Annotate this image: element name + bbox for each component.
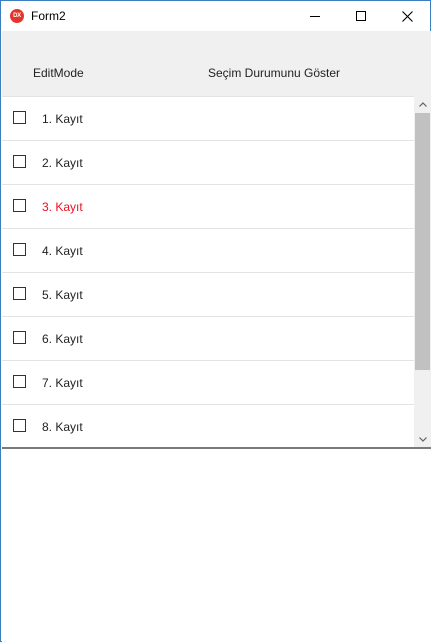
list-item[interactable]: 7. Kayıt — [2, 361, 414, 405]
chevron-up-icon — [418, 101, 427, 107]
title-bar[interactable]: DX Form2 — [1, 1, 430, 31]
record-list: 1. Kayıt 2. Kayıt 3. Kayıt 4. Kayıt 5. K… — [2, 97, 414, 447]
vertical-scrollbar[interactable] — [414, 96, 431, 447]
app-window: DX Form2 EditMode Seçim Durumunu Göster … — [0, 0, 431, 642]
row-checkbox[interactable] — [13, 287, 26, 300]
row-checkbox[interactable] — [13, 375, 26, 388]
column-header-selection-state[interactable]: Seçim Durumunu Göster — [208, 66, 340, 80]
row-checkbox[interactable] — [13, 155, 26, 168]
row-label: 8. Kayıt — [42, 420, 83, 434]
list-item[interactable]: 3. Kayıt — [2, 185, 414, 229]
grid-header: EditMode Seçim Durumunu Göster — [2, 31, 431, 96]
row-label: 1. Kayıt — [42, 112, 83, 126]
row-checkbox[interactable] — [13, 111, 26, 124]
column-header-editmode[interactable]: EditMode — [33, 66, 84, 80]
row-label: 2. Kayıt — [42, 156, 83, 170]
maximize-button[interactable] — [338, 1, 384, 31]
lower-panel — [2, 449, 431, 642]
list-item[interactable]: 2. Kayıt — [2, 141, 414, 185]
list-item[interactable]: 1. Kayıt — [2, 97, 414, 141]
minimize-button[interactable] — [292, 1, 338, 31]
scrollbar-thumb[interactable] — [415, 113, 430, 370]
row-label-highlighted: 3. Kayıt — [42, 200, 83, 214]
app-logo-icon: DX — [10, 9, 24, 23]
close-icon — [401, 10, 413, 22]
scroll-up-button[interactable] — [414, 96, 431, 112]
row-checkbox[interactable] — [13, 243, 26, 256]
list-item[interactable]: 5. Kayıt — [2, 273, 414, 317]
row-checkbox[interactable] — [13, 419, 26, 432]
list-item[interactable]: 6. Kayıt — [2, 317, 414, 361]
list-item[interactable]: 8. Kayıt — [2, 405, 414, 447]
row-checkbox[interactable] — [13, 199, 26, 212]
row-label: 4. Kayıt — [42, 244, 83, 258]
row-label: 6. Kayıt — [42, 332, 83, 346]
minimize-icon — [310, 15, 320, 17]
window-title: Form2 — [31, 9, 66, 23]
close-button[interactable] — [384, 1, 430, 31]
chevron-down-icon — [418, 436, 427, 442]
row-checkbox[interactable] — [13, 331, 26, 344]
maximize-icon — [356, 11, 366, 21]
row-label: 5. Kayıt — [42, 288, 83, 302]
row-label: 7. Kayıt — [42, 376, 83, 390]
list-item[interactable]: 4. Kayıt — [2, 229, 414, 273]
scroll-down-button[interactable] — [414, 431, 431, 447]
